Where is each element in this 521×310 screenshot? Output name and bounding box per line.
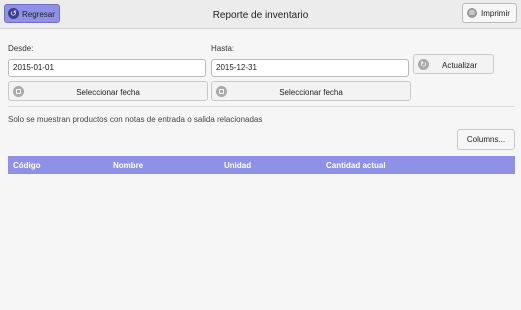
select-from-date-button[interactable]: Seleccionar fecha bbox=[8, 81, 208, 101]
print-button-label: Imprimir bbox=[481, 9, 510, 18]
filter-note: Solo se muestran productos con notas de … bbox=[8, 115, 263, 124]
print-button[interactable]: ▤ Imprimir bbox=[462, 3, 517, 23]
divider bbox=[8, 106, 515, 107]
column-header-unit[interactable]: Unidad bbox=[224, 161, 251, 170]
refresh-icon: ↻ bbox=[418, 59, 429, 70]
column-header-quantity[interactable]: Cantidad actual bbox=[326, 161, 386, 170]
update-button[interactable]: ↻ Actualizar bbox=[413, 54, 494, 74]
to-date-field[interactable]: 2015-12-31 bbox=[211, 59, 409, 77]
column-header-code[interactable]: Código bbox=[13, 161, 41, 170]
page-title: Reporte de inventario bbox=[212, 10, 309, 21]
update-button-label: Actualizar bbox=[442, 61, 478, 70]
app-header: ↺ Regresar Reporte de inventario ▤ Impri… bbox=[0, 0, 521, 29]
select-from-date-label: Seleccionar fecha bbox=[76, 88, 140, 97]
table-header: Código Nombre Unidad Cantidad actual bbox=[8, 156, 515, 174]
column-header-name[interactable]: Nombre bbox=[113, 161, 143, 170]
from-date-field[interactable]: 2015-01-01 bbox=[8, 59, 206, 77]
to-label: Hasta: bbox=[211, 44, 235, 53]
select-to-date-label: Seleccionar fecha bbox=[279, 88, 343, 97]
columns-button[interactable]: Columns... bbox=[457, 129, 515, 150]
select-to-date-button[interactable]: Seleccionar fecha bbox=[211, 81, 411, 101]
from-label: Desde: bbox=[8, 44, 34, 53]
printer-icon: ▤ bbox=[467, 8, 477, 18]
